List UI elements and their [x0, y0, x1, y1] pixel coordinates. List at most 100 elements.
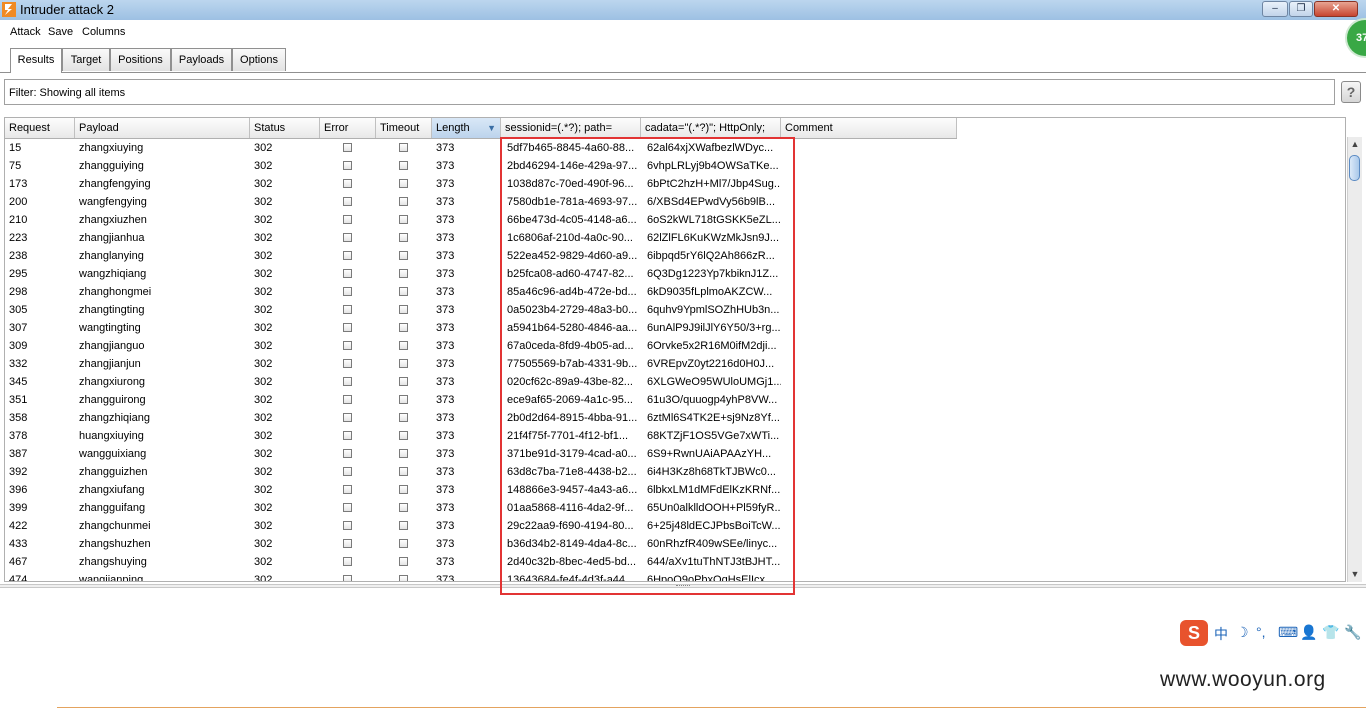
cell-sessionid: 2d40c32b-8bec-4ed5-bd... — [507, 556, 637, 568]
table-row[interactable]: 75 zhangguiying 302 373 2bd46294-146e-429a-9… — [5, 157, 957, 175]
table-row[interactable]: 295 wangzhiqiang 302 373 b25fca08-ad60-4747-… — [5, 265, 957, 283]
table-row[interactable]: 305 zhangtingting 302 373 0a5023b4-2729-48a3… — [5, 301, 957, 319]
timeout-checkbox — [399, 233, 408, 242]
table-row[interactable]: 345 zhangxiurong 302 373 020cf62c-89a9-43be-… — [5, 373, 957, 391]
table-row[interactable]: 351 zhangguirong 302 373 ece9af65-2069-4a1c-… — [5, 391, 957, 409]
tab-target[interactable]: Target — [62, 48, 110, 71]
cell-status: 302 — [254, 502, 273, 514]
scroll-up-icon[interactable]: ▲ — [1348, 137, 1362, 151]
table-row[interactable]: 433 zhangshuzhen 302 373 b36d34b2-8149-4da4-… — [5, 535, 957, 553]
cell-length: 373 — [436, 286, 455, 298]
column-header-timeout[interactable]: Timeout — [376, 118, 432, 138]
vertical-scrollbar[interactable]: ▲ ▼ — [1347, 137, 1362, 582]
sort-descending-icon: ▼ — [487, 123, 496, 133]
table-row[interactable]: 474 wangjianping 302 373 13643684-fe4f-4d3f-… — [5, 571, 957, 581]
cell-length: 373 — [436, 538, 455, 550]
user-icon[interactable]: 👤 — [1300, 624, 1317, 641]
cell-payload: zhangxiufang — [79, 484, 145, 496]
error-checkbox — [343, 251, 352, 260]
table-row[interactable]: 422 zhangchunmei 302 373 29c22aa9-f690-4194-… — [5, 517, 957, 535]
timeout-checkbox — [399, 251, 408, 260]
timeout-checkbox — [399, 467, 408, 476]
minimize-button[interactable]: – — [1262, 1, 1288, 17]
cell-request: 358 — [9, 412, 28, 424]
cell-payload: zhangguizhen — [79, 466, 148, 478]
table-row[interactable]: 238 zhanglanying 302 373 522ea452-9829-4d60-… — [5, 247, 957, 265]
table-row[interactable]: 467 zhangshuying 302 373 2d40c32b-8bec-4ed5-… — [5, 553, 957, 571]
help-button[interactable]: ? — [1341, 81, 1361, 103]
filter-label: Filter: Showing all items — [9, 87, 126, 99]
table-row[interactable]: 392 zhangguizhen 302 373 63d8c7ba-71e8-4438-… — [5, 463, 957, 481]
error-checkbox — [343, 233, 352, 242]
timeout-checkbox — [399, 395, 408, 404]
cell-status: 302 — [254, 232, 273, 244]
table-row[interactable]: 332 zhangjianjun 302 373 77505569-b7ab-4331-… — [5, 355, 957, 373]
timeout-checkbox — [399, 485, 408, 494]
cell-length: 373 — [436, 160, 455, 172]
table-row[interactable]: 298 zhanghongmei 302 373 85a46c96-ad4b-472e-… — [5, 283, 957, 301]
error-checkbox — [343, 341, 352, 350]
table-header: Request Payload Status Error Timeout Len… — [5, 118, 957, 139]
timeout-checkbox — [399, 413, 408, 422]
column-header-cadata[interactable]: cadata="(.*?)"; HttpOnly; — [641, 118, 781, 138]
column-header-error[interactable]: Error — [320, 118, 376, 138]
timeout-checkbox — [399, 179, 408, 188]
menu-attack[interactable]: Attack — [10, 26, 41, 38]
table-row[interactable]: 223 zhangjianhua 302 373 1c6806af-210d-4a0c-… — [5, 229, 957, 247]
table-row[interactable]: 307 wangtingting 302 373 a5941b64-5280-4846-… — [5, 319, 957, 337]
cell-request: 396 — [9, 484, 28, 496]
tab-positions[interactable]: Positions — [110, 48, 171, 71]
cell-cadata: 6unAlP9J9ilJlY6Y50/3+rg... — [647, 322, 781, 334]
table-row[interactable]: 387 wangguixiang 302 373 371be91d-3179-4cad-… — [5, 445, 957, 463]
cell-length: 373 — [436, 466, 455, 478]
tab-options[interactable]: Options — [232, 48, 286, 71]
table-row[interactable]: 358 zhangzhiqiang 302 373 2b0d2d64-8915-4bba… — [5, 409, 957, 427]
table-row[interactable]: 210 zhangxiuzhen 302 373 66be473d-4c05-4148-… — [5, 211, 957, 229]
table-row[interactable]: 378 huangxiuying 302 373 21f4f75f-7701-4f12-… — [5, 427, 957, 445]
ime-toolbar: S 中 ☽ °, ⌨ 👤 👕 🔧 — [1180, 620, 1366, 648]
sogou-logo-icon[interactable]: S — [1180, 620, 1208, 646]
moon-icon[interactable]: ☽ — [1236, 624, 1249, 641]
skin-icon[interactable]: 👕 — [1322, 624, 1339, 641]
table-row[interactable]: 309 zhangjianguo 302 373 67a0ceda-8fd9-4b05-… — [5, 337, 957, 355]
table-row[interactable]: 15 zhangxiuying 302 373 5df7b465-8845-4a60-8… — [5, 139, 957, 157]
cell-cadata: 62al64xjXWafbezlWDyc... — [647, 142, 774, 154]
scroll-thumb[interactable] — [1349, 155, 1360, 181]
keyboard-icon[interactable]: ⌨ — [1278, 624, 1298, 641]
chinese-mode-icon[interactable]: 中 — [1214, 624, 1228, 644]
split-pane-divider[interactable] — [0, 584, 1366, 588]
column-header-request[interactable]: Request — [5, 118, 75, 138]
column-header-payload[interactable]: Payload — [75, 118, 250, 138]
punctuation-icon[interactable]: °, — [1256, 624, 1266, 640]
column-header-length[interactable]: Length ▼ — [432, 118, 501, 138]
cell-request: 392 — [9, 466, 28, 478]
filter-bar[interactable]: Filter: Showing all items — [4, 79, 1335, 105]
cell-status: 302 — [254, 430, 273, 442]
column-header-status[interactable]: Status — [250, 118, 320, 138]
timeout-checkbox — [399, 575, 408, 581]
table-row[interactable]: 200 wangfengying 302 373 7580db1e-781a-4693-… — [5, 193, 957, 211]
table-row[interactable]: 173 zhangfengying 302 373 1038d87c-70ed-490f… — [5, 175, 957, 193]
restore-button[interactable]: ❐ — [1289, 1, 1313, 17]
error-checkbox — [343, 575, 352, 581]
tab-results[interactable]: Results — [10, 48, 62, 73]
tab-payloads[interactable]: Payloads — [171, 48, 232, 71]
table-row[interactable]: 399 zhangguifang 302 373 01aa5868-4116-4da2-… — [5, 499, 957, 517]
cell-cadata: 6XLGWeO95WUloUMGj1... — [647, 376, 781, 388]
table-row[interactable]: 396 zhangxiufang 302 373 148866e3-9457-4a43-… — [5, 481, 957, 499]
tab-bar: Results Target Positions Payloads Option… — [0, 48, 1366, 73]
menu-save[interactable]: Save — [48, 26, 73, 38]
close-button[interactable]: ✕ — [1314, 1, 1358, 17]
cell-length: 373 — [436, 322, 455, 334]
cell-request: 378 — [9, 430, 28, 442]
scroll-down-icon[interactable]: ▼ — [1348, 567, 1362, 581]
cell-cadata: 6S9+RwnUAiAPAAzYH... — [647, 448, 772, 460]
menu-columns[interactable]: Columns — [82, 26, 125, 38]
wrench-icon[interactable]: 🔧 — [1344, 624, 1361, 641]
cell-sessionid: 1c6806af-210d-4a0c-90... — [507, 232, 633, 244]
cell-request: 345 — [9, 376, 28, 388]
column-header-sessionid[interactable]: sessionid=(.*?); path= — [501, 118, 641, 138]
burp-app-icon — [2, 2, 16, 17]
cell-request: 467 — [9, 556, 28, 568]
column-header-comment[interactable]: Comment — [781, 118, 957, 138]
